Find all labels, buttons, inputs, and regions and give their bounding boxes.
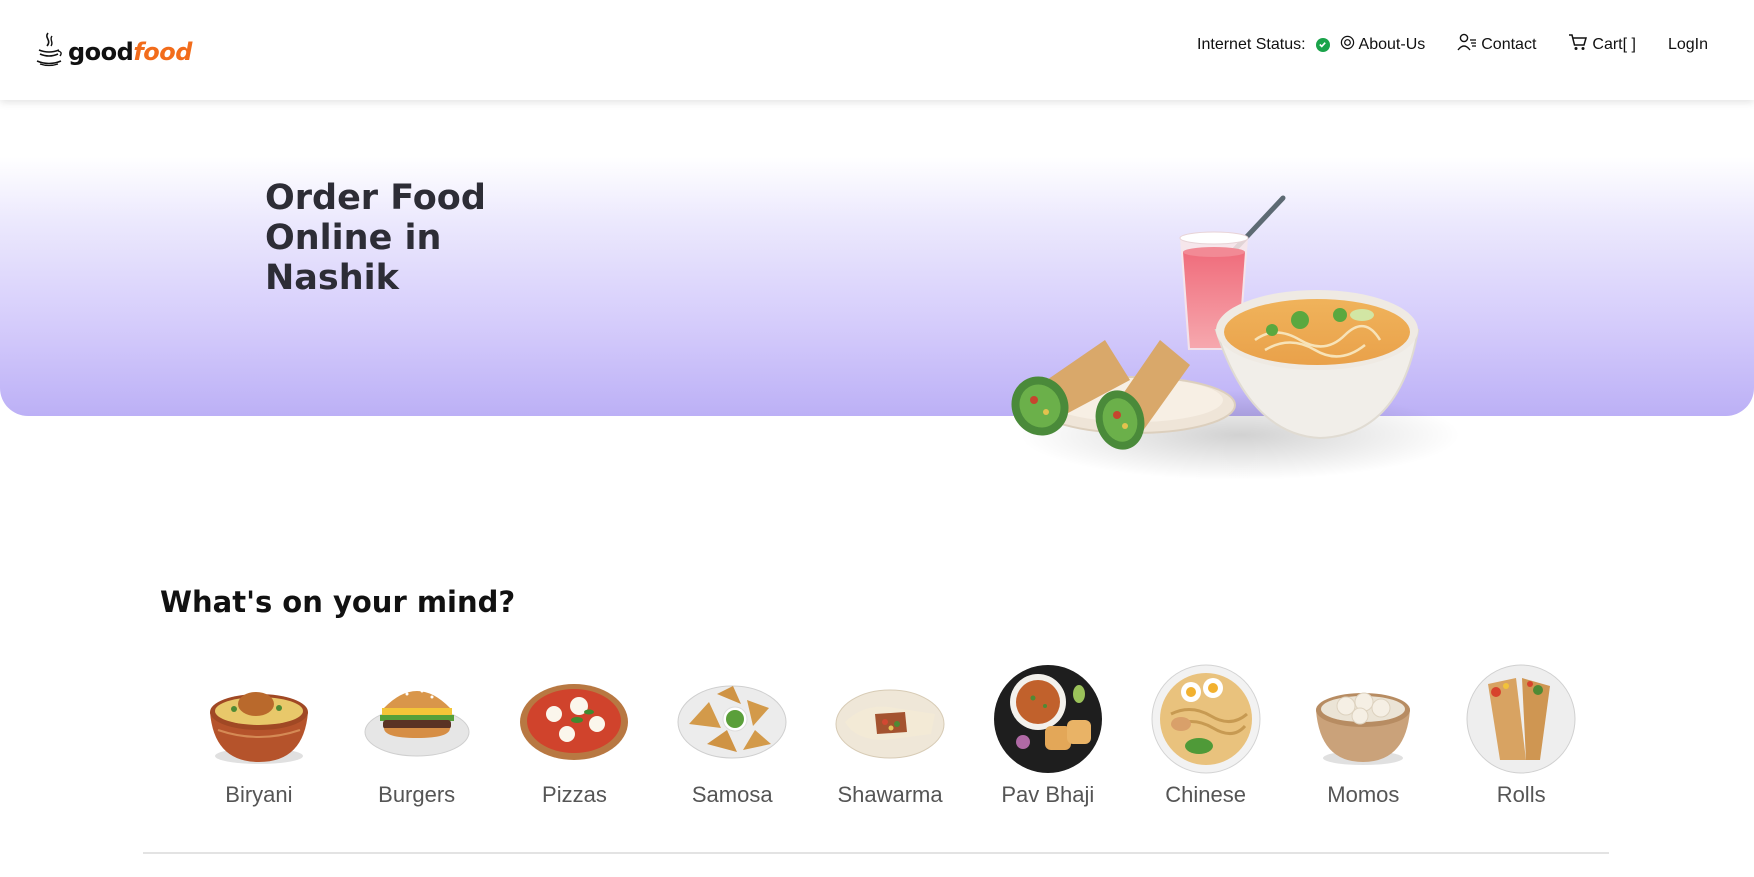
nav-cart[interactable]: Cart[ ] bbox=[1568, 33, 1636, 56]
category-label: Samosa bbox=[691, 782, 773, 807]
pizza-image bbox=[520, 684, 629, 760]
category-shawarma[interactable]: Shawarma bbox=[811, 664, 969, 808]
category-label: Chinese bbox=[1165, 782, 1246, 807]
target-icon bbox=[1340, 35, 1355, 55]
internet-status-label: Internet Status: bbox=[1197, 35, 1306, 53]
shawarma-image bbox=[835, 689, 945, 759]
nav-login[interactable]: LogIn bbox=[1668, 36, 1708, 54]
hero-banner bbox=[0, 100, 1754, 416]
category-biryani[interactable]: Biryani bbox=[180, 664, 338, 808]
pav-bhaji-image bbox=[993, 665, 1102, 773]
nav-about-us[interactable]: About-Us bbox=[1340, 35, 1426, 55]
category-label: Pizzas bbox=[542, 782, 607, 807]
category-label: Rolls bbox=[1496, 782, 1546, 807]
chinese-noodles-image bbox=[1151, 664, 1261, 774]
cart-icon bbox=[1568, 33, 1588, 56]
category-pizzas[interactable]: Pizzas bbox=[496, 664, 654, 808]
category-pav-bhaji[interactable]: Pav Bhaji bbox=[969, 664, 1127, 808]
nav-links: Internet Status: About-Us Contact Cart[ … bbox=[1197, 33, 1708, 56]
nav-login-label: LogIn bbox=[1667, 35, 1708, 53]
category-label: Burgers bbox=[378, 782, 456, 807]
hero-title: Order Food Online in Nashik bbox=[265, 178, 486, 298]
nav-contact[interactable]: Contact bbox=[1457, 33, 1536, 56]
category-label: Biryani bbox=[225, 782, 293, 807]
rolls-image bbox=[1466, 664, 1576, 774]
brand-logo[interactable]: goodfood bbox=[34, 30, 192, 73]
category-burgers[interactable]: Burgers bbox=[338, 664, 496, 808]
nav-contact-label: Contact bbox=[1481, 35, 1537, 53]
internet-status: Internet Status: bbox=[1197, 36, 1330, 54]
section-title: What's on your mind? bbox=[160, 585, 516, 619]
hero-food-illustration bbox=[1000, 190, 1470, 485]
biryani-image bbox=[209, 692, 308, 764]
category-label: Momos bbox=[1327, 782, 1400, 807]
category-label: Pav Bhaji bbox=[1001, 782, 1095, 807]
food-category-list: Biryani Burgers Pizzas Samosa Shawarma P… bbox=[180, 664, 1600, 808]
check-circle-icon bbox=[1315, 37, 1330, 52]
brand-good-text: good bbox=[68, 37, 134, 66]
top-navbar: goodfood Internet Status: About-Us Conta… bbox=[0, 0, 1754, 100]
java-cup-icon bbox=[34, 30, 64, 73]
category-momos[interactable]: Momos bbox=[1284, 664, 1442, 808]
momos-image bbox=[1316, 692, 1411, 765]
section-divider bbox=[143, 852, 1609, 854]
nav-about-us-label: About-Us bbox=[1358, 35, 1426, 53]
brand-food-text: food bbox=[133, 37, 192, 66]
nav-cart-label: Cart[ ] bbox=[1592, 35, 1636, 53]
category-chinese[interactable]: Chinese bbox=[1127, 664, 1285, 808]
category-label: Shawarma bbox=[837, 782, 943, 807]
category-rolls[interactable]: Rolls bbox=[1442, 664, 1600, 808]
contact-user-icon bbox=[1457, 33, 1477, 56]
burger-image bbox=[364, 689, 470, 757]
samosa-image bbox=[677, 685, 787, 759]
category-samosa[interactable]: Samosa bbox=[653, 664, 811, 808]
